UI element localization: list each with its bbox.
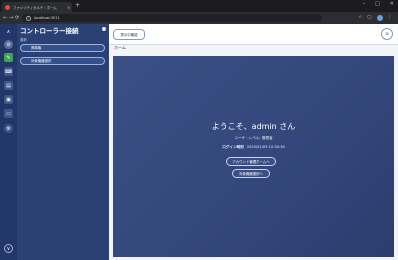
new-tab-button[interactable]: + [75, 2, 80, 10]
rail-keyboard-icon[interactable]: ⌨ [4, 67, 13, 76]
rail-no-entry-icon[interactable]: ⊘ [4, 40, 13, 49]
sidebar-item-elevator[interactable]: 昇降機 [20, 44, 105, 52]
extensions-icon[interactable]: ▢ [367, 15, 371, 21]
url-text: localhost:3011 [34, 16, 60, 20]
welcome-card: ようこそ、admin さん ユーザ・レベル: 管理者 ログイン時刻 2025/01… [113, 56, 394, 257]
browser-menu-icon[interactable]: ⋮ [388, 15, 393, 21]
current-function-button[interactable]: 表示中機能 [113, 29, 145, 40]
login-time-value: 2025/01/09 10:30:34 [246, 145, 285, 149]
minimize-button[interactable]: – [363, 1, 366, 7]
rail-gear-icon[interactable]: ⚙ [4, 124, 13, 133]
sidebar: コントローラー接続 選択 昇降機 対象機器選択 [17, 24, 109, 260]
welcome-message: ようこそ、admin さん [211, 122, 296, 131]
url-field[interactable]: localhost:3011 [22, 14, 322, 22]
page-title: ホーム [114, 45, 126, 50]
address-bar-row: ← → ⟳ localhost:3011 ☆ ▢ ⋮ [0, 12, 398, 24]
page-viewport: ∧ ⊘ ✎ ⌨ ▤ ▣ ▭ ⚙ ∨ コントローラー接続 選択 昇降機 対象機器選… [0, 24, 398, 260]
rail-image-icon[interactable]: ▣ [4, 95, 13, 104]
favicon-icon [5, 4, 10, 10]
profile-avatar[interactable] [376, 15, 383, 21]
window-controls: – □ ✕ [363, 1, 394, 7]
main-content: 表示中機能 ⌂ ホーム ようこそ、admin さん ユーザ・レベル: 管理者 ロ… [109, 24, 398, 260]
back-button[interactable]: ← [3, 15, 7, 21]
home-icon[interactable]: ⌂ [381, 28, 393, 40]
close-window-button[interactable]: ✕ [390, 1, 394, 7]
sidebar-item-target-device[interactable]: 対象機器選択 [20, 57, 105, 65]
target-device-select-button[interactable]: 対象機器選択へ [232, 169, 270, 178]
browser-toolbar-icons: ☆ ▢ ⋮ [358, 15, 392, 21]
bookmark-star-icon[interactable]: ☆ [358, 15, 362, 21]
sidebar-title: コントローラー接続 [20, 27, 79, 35]
rail-monitor-icon[interactable]: ▭ [4, 109, 13, 118]
reload-button[interactable]: ⟳ [15, 15, 19, 21]
rail-chevron-down-icon[interactable]: ∨ [4, 244, 13, 253]
tab-close-icon[interactable]: × [67, 5, 70, 10]
forward-button[interactable]: → [9, 15, 13, 21]
rail-document-icon[interactable]: ▤ [4, 81, 13, 90]
user-level: ユーザ・レベル: 管理者 [234, 136, 273, 140]
rail-pen-icon[interactable]: ✎ [4, 53, 13, 62]
login-time-label: ログイン時刻 [222, 145, 244, 149]
maximize-button[interactable]: □ [375, 1, 380, 7]
browser-tab[interactable]: ファシリティカルテ・ホーム × [2, 2, 72, 12]
tab-title: ファシリティカルテ・ホーム [13, 5, 57, 10]
sidebar-section-label: 選択 [20, 38, 27, 42]
site-info-icon[interactable] [26, 15, 31, 21]
sidebar-pin-icon[interactable] [102, 27, 106, 31]
browser-tab-bar: ファシリティカルテ・ホーム × + – □ ✕ [0, 0, 398, 12]
app-topbar: 表示中機能 ⌂ [109, 24, 398, 45]
icon-rail: ∧ ⊘ ✎ ⌨ ▤ ▣ ▭ ⚙ ∨ [0, 24, 17, 260]
login-time-row: ログイン時刻 2025/01/09 10:30:34 [113, 145, 394, 150]
rail-chevron-up-icon[interactable]: ∧ [4, 27, 13, 36]
account-management-button[interactable]: アカウント管理ホームへ [226, 157, 276, 166]
